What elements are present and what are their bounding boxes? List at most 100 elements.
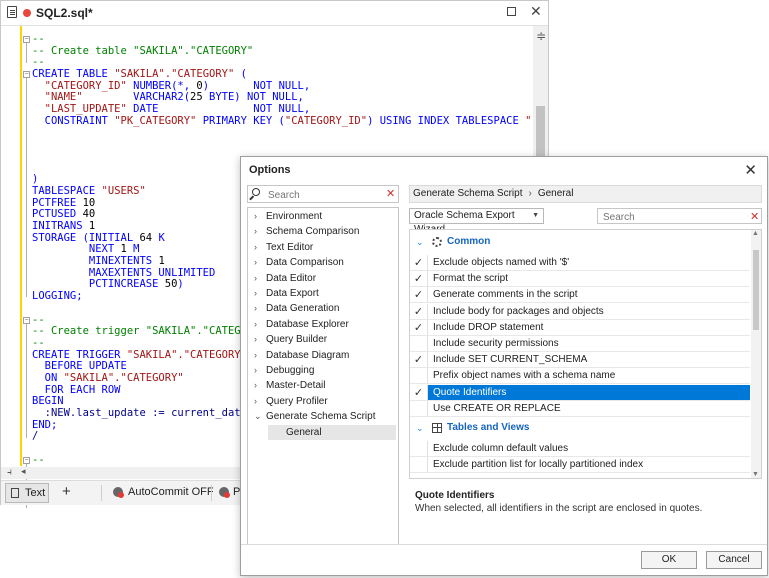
code-token: "NAME"	[32, 91, 83, 104]
tree-item[interactable]: › Master-Detail	[248, 378, 398, 393]
chevron-right-icon[interactable]: ›	[254, 332, 257, 347]
setting-checkbox[interactable]: ✓	[410, 303, 428, 319]
description-title: Quote Identifiers	[415, 490, 495, 501]
tree-item[interactable]: › Data Export	[248, 286, 398, 301]
chevron-right-icon[interactable]: ›	[254, 394, 257, 409]
chevron-right-icon[interactable]: ›	[254, 317, 257, 332]
split-icon[interactable]: ≑	[536, 29, 546, 43]
settings-search-input[interactable]	[601, 210, 745, 224]
add-tab-button[interactable]: +	[62, 483, 71, 500]
text-document-icon	[11, 488, 19, 498]
ok-button[interactable]: OK	[641, 551, 697, 569]
tree-item-label: Schema Comparison	[266, 226, 360, 238]
chevron-right-icon[interactable]: ›	[254, 378, 257, 393]
editor-tab-title[interactable]: SQL2.sql*	[36, 6, 93, 20]
fold-guide	[26, 78, 27, 298]
setting-row[interactable]: Include security permissions	[410, 336, 750, 352]
setting-row[interactable]: ✓ Quote Identifiers	[410, 384, 750, 401]
chevron-right-icon[interactable]: ›	[254, 271, 257, 286]
setting-checkbox[interactable]	[410, 441, 428, 456]
chevron-right-icon[interactable]: ›	[254, 348, 257, 363]
split-horizontal-icon[interactable]: ⫞	[7, 467, 12, 478]
tree-item[interactable]: › Query Builder	[248, 332, 398, 347]
settings-group-header[interactable]: ⌄ Common	[410, 234, 750, 250]
scroll-left-icon[interactable]: ◂	[21, 466, 26, 477]
cancel-button[interactable]: Cancel	[706, 551, 762, 569]
setting-row[interactable]: Exclude partition list for locally parti…	[410, 457, 750, 474]
settings-search-box[interactable]: ✕	[597, 208, 762, 224]
tree-item[interactable]: › Data Comparison	[248, 255, 398, 270]
setting-checkbox[interactable]: ✓	[410, 255, 428, 270]
setting-checkbox[interactable]: ✓	[410, 271, 428, 287]
tree-item[interactable]: › Database Diagram	[248, 348, 398, 363]
setting-row[interactable]: ✓ Include SET CURRENT_SCHEMA	[410, 352, 750, 369]
chevron-right-icon[interactable]: ›	[254, 363, 257, 378]
scroll-thumb[interactable]	[536, 106, 545, 161]
chevron-down-icon[interactable]: ⌄	[416, 234, 424, 250]
autocommit-toggle[interactable]: AutoCommit OFF	[128, 486, 214, 498]
chevron-down-icon[interactable]: ⌄	[254, 409, 262, 424]
chevron-right-icon[interactable]: ›	[254, 224, 257, 239]
setting-checkbox[interactable]	[410, 368, 428, 384]
options-search-box[interactable]: ✕	[247, 185, 399, 203]
chevron-right-icon[interactable]: ›	[254, 255, 257, 270]
clear-search-icon[interactable]: ✕	[386, 187, 395, 200]
maximize-icon[interactable]	[507, 7, 516, 16]
settings-scrollbar[interactable]: ▲ ▼	[751, 230, 761, 478]
setting-row[interactable]: ✓ Format the script	[410, 271, 750, 288]
tree-item-label: Database Diagram	[266, 349, 350, 361]
chevron-down-icon[interactable]: ⌄	[416, 420, 424, 436]
tree-item[interactable]: › Database Explorer	[248, 317, 398, 332]
code-token: :NEW.last_update := current_date;	[32, 407, 254, 419]
setting-row[interactable]: ✓ Include body for packages and objects	[410, 303, 750, 320]
setting-row[interactable]: Prefix object names with a schema name	[410, 368, 750, 385]
chevron-right-icon[interactable]: ›	[254, 240, 257, 255]
scroll-down-icon[interactable]: ▼	[752, 471, 759, 478]
setting-checkbox[interactable]	[410, 457, 428, 473]
tree-item-general[interactable]: General	[268, 424, 396, 440]
tree-item[interactable]: › Data Editor	[248, 271, 398, 286]
setting-checkbox[interactable]	[410, 336, 428, 351]
tree-item[interactable]: › Environment	[248, 209, 398, 224]
fold-toggle-icon[interactable]: −	[23, 36, 30, 43]
setting-checkbox[interactable]: ✓	[410, 384, 428, 400]
tree-item[interactable]: › Data Generation	[248, 301, 398, 316]
scroll-up-icon[interactable]: ▲	[752, 230, 759, 237]
tree-item[interactable]: › Debugging	[248, 363, 398, 378]
setting-checkbox[interactable]	[410, 400, 428, 416]
tree-item[interactable]: › Query Profiler	[248, 394, 398, 409]
code-token: M	[126, 243, 140, 256]
fold-toggle-icon[interactable]: −	[23, 457, 30, 465]
setting-row[interactable]: ✓ Include DROP statement	[410, 319, 750, 336]
setting-row[interactable]: Use CREATE OR REPLACE	[410, 400, 750, 417]
settings-group-header[interactable]: ⌄ Tables and Views	[410, 420, 750, 436]
tree-item[interactable]: ⌄ Generate Schema Script	[248, 409, 398, 424]
clear-search-icon[interactable]: ✕	[750, 210, 759, 223]
tree-item-label: Data Comparison	[266, 257, 344, 269]
text-tab[interactable]: Text	[5, 483, 49, 503]
tree-item[interactable]: › Text Editor	[248, 240, 398, 255]
tree-item[interactable]: › Schema Comparison	[248, 224, 398, 239]
chevron-right-icon[interactable]: ›	[254, 286, 257, 301]
scroll-thumb[interactable]	[753, 250, 759, 330]
fold-toggle-icon[interactable]: −	[23, 71, 30, 79]
chevron-right-icon[interactable]: ›	[254, 209, 257, 224]
chevron-right-icon[interactable]: ›	[254, 301, 257, 316]
setting-checkbox[interactable]: ✓	[410, 287, 428, 303]
code-token: MINEXTENTS	[32, 255, 159, 268]
code-token: "CATEGORY_ID"	[284, 114, 368, 127]
fold-toggle-icon[interactable]: −	[23, 316, 30, 324]
dialog-close-icon[interactable]: ✕	[744, 161, 757, 179]
setting-row[interactable]: ✓ Generate comments in the script	[410, 287, 750, 304]
setting-checkbox[interactable]: ✓	[410, 352, 428, 368]
wizard-select[interactable]: Oracle Schema Export Wizard ▼	[409, 208, 544, 235]
setting-row[interactable]: Exclude column default values	[410, 441, 750, 457]
code-token: CONSTRAINT	[32, 114, 115, 127]
setting-row[interactable]: ✓ Exclude objects named with '$'	[410, 255, 750, 271]
code-token: ) NOT NULL,	[202, 79, 311, 92]
options-search-input[interactable]	[266, 187, 385, 203]
setting-checkbox[interactable]: ✓	[410, 319, 428, 335]
close-icon[interactable]: ✕	[530, 3, 542, 20]
code-token: --	[32, 336, 45, 349]
